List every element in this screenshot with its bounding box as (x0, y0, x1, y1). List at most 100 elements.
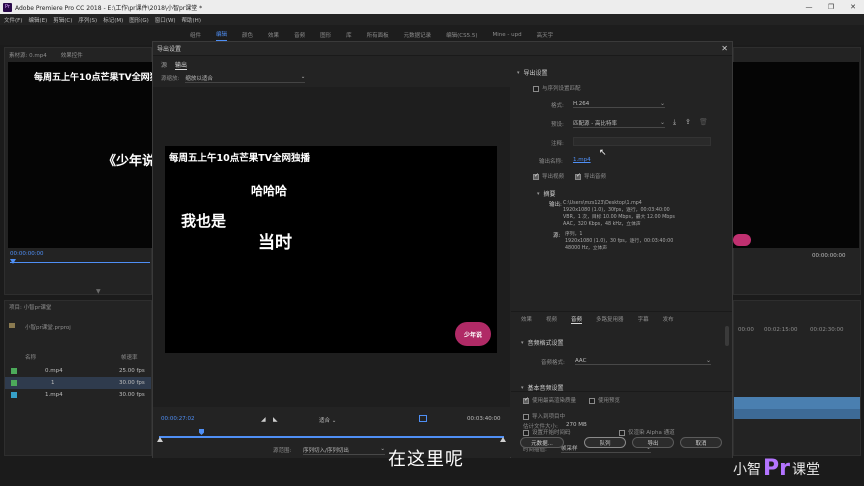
menu-edit[interactable]: 编辑(E) (28, 16, 47, 24)
tab-audio[interactable]: 音频 (571, 315, 583, 324)
workspace-editing-cs55[interactable]: 编辑(CS5.5) (446, 31, 477, 39)
tab-captions[interactable]: 字幕 (638, 315, 649, 324)
audio-format-dropdown[interactable]: AAC ⌄ (575, 357, 711, 365)
range-in-handle[interactable] (157, 437, 163, 442)
workspace-all-panels[interactable]: 所有面板 (367, 31, 389, 39)
use-previews-row[interactable]: 使用预览 (589, 396, 620, 404)
minimize-button[interactable]: — (798, 3, 820, 11)
max-render-quality-row[interactable]: 使用最高渲染质量 (523, 396, 576, 404)
export-video-row[interactable]: 导出视频 (533, 172, 564, 180)
import-into-project-row[interactable]: 导入到项目中 (523, 412, 565, 420)
output-name-link[interactable]: 1.mp4 (573, 157, 591, 163)
export-audio-row[interactable]: 导出音频 (575, 172, 606, 180)
queue-button[interactable]: 队列 (584, 437, 626, 448)
workspace-libraries[interactable]: 库 (346, 31, 352, 39)
menu-graphics[interactable]: 图形(G) (129, 16, 149, 24)
tab-effects[interactable]: 效果 (521, 315, 532, 324)
source-monitor-tab[interactable]: 素材源: 0.mp4 (9, 51, 47, 59)
export-button[interactable]: 导出 (632, 437, 674, 448)
timeline-ruler-label: 00:00 (738, 327, 754, 333)
close-window-button[interactable]: ✕ (842, 3, 864, 11)
match-sequence-row[interactable]: 与序列设置匹配 (533, 84, 581, 92)
set-in-point-icon[interactable]: ◢ (261, 416, 266, 423)
window-titlebar: Pr Adobe Premiere Pro CC 2018 - E:\工作\pr… (0, 0, 864, 14)
audio-format-section[interactable]: ▾ 音频格式设置 (521, 338, 564, 348)
dialog-title: 导出设置 (157, 46, 182, 53)
workspace-custom[interactable]: 高天宇 (537, 31, 554, 39)
current-timecode[interactable]: 00:00:27:02 (161, 416, 195, 422)
workspace-metadata[interactable]: 元数据记录 (404, 31, 432, 39)
project-tab[interactable]: 项目: 小智pr课堂 (9, 303, 51, 311)
export-settings-section[interactable]: ▾ 导出设置 (517, 68, 548, 78)
settings-scrollbar[interactable] (725, 326, 729, 346)
menu-marker[interactable]: 标记(M) (103, 16, 123, 24)
max-render-quality-checkbox[interactable] (523, 396, 529, 404)
export-video-checkbox[interactable] (533, 172, 539, 180)
source-range-dropdown[interactable]: 序列切入/序列切出 ⌄ (303, 446, 385, 455)
window-controls: — ❐ ✕ (798, 3, 864, 11)
range-out-handle[interactable] (500, 437, 506, 442)
workspace-color[interactable]: 颜色 (242, 31, 253, 39)
scrub-range-bar[interactable] (159, 436, 504, 438)
maximize-button[interactable]: ❐ (820, 3, 842, 11)
source-timecode[interactable]: 00:00:00:00 (10, 251, 44, 257)
menu-file[interactable]: 文件(F) (4, 16, 22, 24)
dialog-close-button[interactable]: ✕ (721, 44, 728, 53)
preset-dropdown[interactable]: 匹配源 - 高比特率 ⌄ (573, 119, 665, 128)
menu-clip[interactable]: 剪辑(C) (53, 16, 72, 24)
tab-output[interactable]: 输出 (175, 60, 188, 70)
metadata-button[interactable]: 元数据... (520, 437, 564, 448)
effect-controls-tab[interactable]: 效果控件 (61, 51, 83, 59)
source-scrub-bar[interactable] (10, 262, 150, 263)
import-into-project-checkbox[interactable] (523, 413, 529, 420)
workspace-graphics[interactable]: 图形 (320, 31, 331, 39)
preview-banner-text: 每周五上午10点芒果TV全网独播 (169, 153, 311, 164)
project-item-row[interactable]: 1.mp4 30.00 fps (5, 389, 151, 401)
audio-clip[interactable] (734, 409, 860, 419)
timeline-ruler-label: 00:02:15:00 (764, 327, 798, 333)
source-marker-icon[interactable]: ▼ (96, 288, 101, 295)
render-alpha-checkbox[interactable] (619, 429, 625, 436)
source-playhead-icon[interactable] (10, 259, 16, 264)
match-sequence-checkbox[interactable] (533, 85, 539, 92)
summary-section[interactable]: ▾ 摘要 (537, 189, 556, 199)
menu-sequence[interactable]: 序列(S) (78, 16, 97, 24)
export-audio-checkbox[interactable] (575, 172, 581, 180)
cancel-button[interactable]: 取消 (680, 437, 722, 448)
tab-source[interactable]: 源 (161, 60, 167, 70)
workspace-mine[interactable]: Mine - upd (493, 32, 522, 38)
menu-help[interactable]: 帮助(H) (182, 16, 201, 24)
project-item-name: 1 (51, 380, 55, 386)
chevron-down-icon: ▾ (517, 69, 520, 76)
menu-window[interactable]: 窗口(W) (155, 16, 176, 24)
project-item-row[interactable]: 0.mp4 25.00 fps (5, 365, 151, 377)
tab-multiplexer[interactable]: 多路复用器 (596, 315, 624, 324)
workspace-assembly[interactable]: 组件 (190, 31, 201, 39)
col-name-header[interactable]: 名称 (25, 353, 36, 361)
import-preset-icon[interactable]: ⇪ (685, 118, 691, 126)
workspace-editing[interactable]: 编辑 (216, 30, 228, 41)
aspect-correction-icon[interactable] (419, 415, 427, 422)
comments-input[interactable] (573, 137, 711, 146)
use-previews-checkbox[interactable] (589, 397, 595, 404)
set-start-timecode-checkbox[interactable] (523, 429, 529, 436)
file-size-label: 估计文件大小: (523, 424, 558, 430)
source-scaling-dropdown[interactable]: 缩放以适合 ⌄ (185, 74, 306, 83)
save-preset-icon[interactable]: ⤓ (673, 118, 676, 127)
tab-publish[interactable]: 发布 (663, 315, 674, 324)
tab-video[interactable]: 视频 (546, 315, 557, 324)
fit-dropdown[interactable]: 适合 ⌄ (319, 416, 336, 424)
chevron-down-icon: ▾ (537, 190, 540, 197)
format-dropdown[interactable]: H.264 ⌄ (573, 100, 665, 108)
project-item-row[interactable]: 1 30.00 fps (5, 377, 151, 389)
audio-clip[interactable] (734, 397, 860, 409)
render-alpha-row[interactable]: 仅渲染 Alpha 通道 (619, 428, 675, 436)
chevron-down-icon: ⌄ (380, 446, 385, 452)
delete-preset-icon[interactable]: 🗑 (699, 118, 708, 126)
workspace-effects[interactable]: 效果 (268, 31, 279, 39)
program-timecode[interactable]: 00:00:00:00 (812, 253, 846, 259)
workspace-audio[interactable]: 音频 (294, 31, 305, 39)
col-framerate-header[interactable]: 帧速率 (121, 353, 138, 361)
set-out-point-icon[interactable]: ◣ (273, 416, 278, 423)
playhead-icon[interactable] (199, 429, 204, 435)
